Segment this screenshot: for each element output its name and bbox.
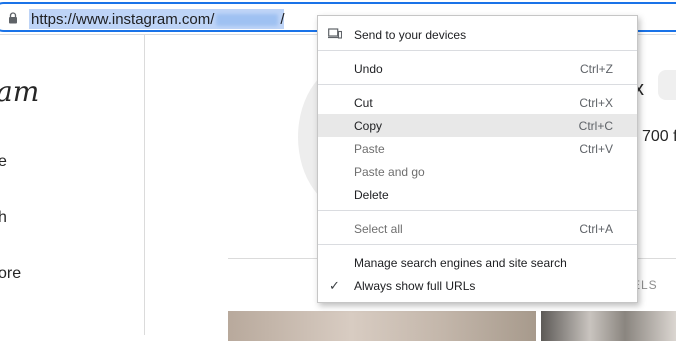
lock-icon[interactable] <box>8 12 18 24</box>
follow-button[interactable] <box>658 70 676 100</box>
menu-item-label: Undo <box>354 62 383 76</box>
url-prefix: https://www.instagram.com/ <box>31 11 215 28</box>
menu-item-shortcut: Ctrl+A <box>579 222 613 236</box>
menu-separator <box>318 210 637 211</box>
menu-item-shortcut: Ctrl+X <box>579 96 613 110</box>
menu-separator <box>318 84 637 85</box>
menu-item-shortcut: Ctrl+V <box>579 142 613 156</box>
menu-item-undo[interactable]: Undo Ctrl+Z <box>318 57 637 80</box>
url-suffix: / <box>280 11 285 28</box>
menu-item-label: Delete <box>354 188 389 202</box>
menu-item-label: Always show full URLs <box>354 279 476 293</box>
menu-item-label: Paste and go <box>354 165 425 179</box>
menu-item-cut[interactable]: Cut Ctrl+X <box>318 91 637 114</box>
menu-item-shortcut: Ctrl+Z <box>580 62 613 76</box>
menu-item-paste[interactable]: Paste Ctrl+V <box>318 137 637 160</box>
menu-item-label: Send to your devices <box>354 28 467 42</box>
devices-icon <box>328 28 342 39</box>
menu-item-always-show-full-urls[interactable]: ✓ Always show full URLs <box>318 274 637 297</box>
menu-item-label: Cut <box>354 96 373 110</box>
sidebar-item-home[interactable]: e <box>0 153 7 171</box>
menu-item-label: Select all <box>354 222 403 236</box>
post-thumbnail[interactable] <box>541 311 676 341</box>
menu-separator <box>318 50 637 51</box>
menu-item-paste-and-go[interactable]: Paste and go <box>318 160 637 183</box>
menu-item-label: Copy <box>354 119 383 133</box>
menu-item-send-to-devices[interactable]: Send to your devices <box>318 23 637 46</box>
sidebar-item-explore[interactable]: ore <box>0 265 21 283</box>
menu-separator <box>318 244 637 245</box>
menu-item-manage-search-engines[interactable]: Manage search engines and site search <box>318 251 637 274</box>
menu-item-select-all[interactable]: Select all Ctrl+A <box>318 217 637 240</box>
sidebar-item-search[interactable]: h <box>0 209 7 227</box>
instagram-sidebar: am e h ore <box>0 35 145 335</box>
url-text[interactable]: https://www.instagram.com/ / <box>31 11 285 28</box>
redacted-username <box>216 14 279 27</box>
menu-item-copy[interactable]: Copy Ctrl+C <box>318 114 637 137</box>
instagram-logo[interactable]: am <box>0 75 39 108</box>
menu-item-label: Paste <box>354 142 385 156</box>
menu-item-label: Manage search engines and site search <box>354 256 567 270</box>
menu-item-shortcut: Ctrl+C <box>578 119 613 133</box>
context-menu: Send to your devices Undo Ctrl+Z Cut Ctr… <box>317 15 638 303</box>
checkmark-icon: ✓ <box>329 278 340 293</box>
post-thumbnail[interactable] <box>228 311 536 341</box>
menu-item-delete[interactable]: Delete <box>318 183 637 206</box>
followers-count[interactable]: 700 f <box>642 128 676 146</box>
